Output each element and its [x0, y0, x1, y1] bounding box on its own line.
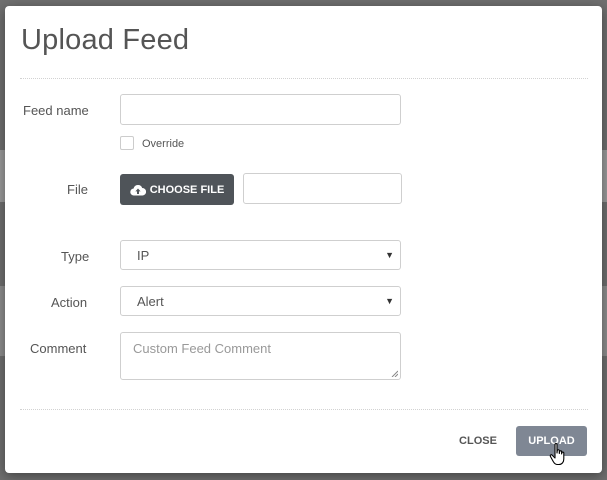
action-selected-value: Alert: [137, 293, 164, 309]
type-label: Type: [61, 249, 90, 264]
hand-pointer-cursor-icon: [549, 442, 565, 466]
override-checkbox[interactable]: [120, 136, 134, 150]
cloud-upload-icon: [130, 184, 146, 196]
resize-handle-icon[interactable]: [391, 370, 398, 377]
dropdown-arrow-icon: ▼: [385, 250, 394, 260]
feed-name-input[interactable]: [120, 94, 401, 125]
upload-feed-dialog: Upload Feed Feed name Override File CHOO…: [5, 6, 602, 473]
action-select[interactable]: Alert ▼: [120, 286, 401, 316]
comment-textarea[interactable]: Custom Feed Comment: [120, 332, 401, 380]
dialog-title: Upload Feed: [21, 24, 190, 56]
action-label: Action: [51, 295, 88, 310]
type-selected-value: IP: [137, 247, 150, 263]
dropdown-arrow-icon: ▼: [385, 296, 394, 306]
type-select[interactable]: IP ▼: [120, 240, 401, 270]
footer-divider: [20, 409, 588, 410]
feed-name-label: Feed name: [23, 103, 89, 118]
choose-file-button[interactable]: CHOOSE FILE: [120, 174, 234, 205]
close-button[interactable]: CLOSE: [450, 427, 506, 455]
override-label: Override: [142, 138, 185, 150]
comment-label: Comment: [30, 341, 87, 356]
file-label: File: [67, 182, 88, 197]
header-divider: [20, 78, 588, 79]
choose-file-label: CHOOSE FILE: [149, 183, 225, 196]
comment-placeholder: Custom Feed Comment: [133, 341, 271, 356]
file-name-input[interactable]: [243, 173, 402, 204]
